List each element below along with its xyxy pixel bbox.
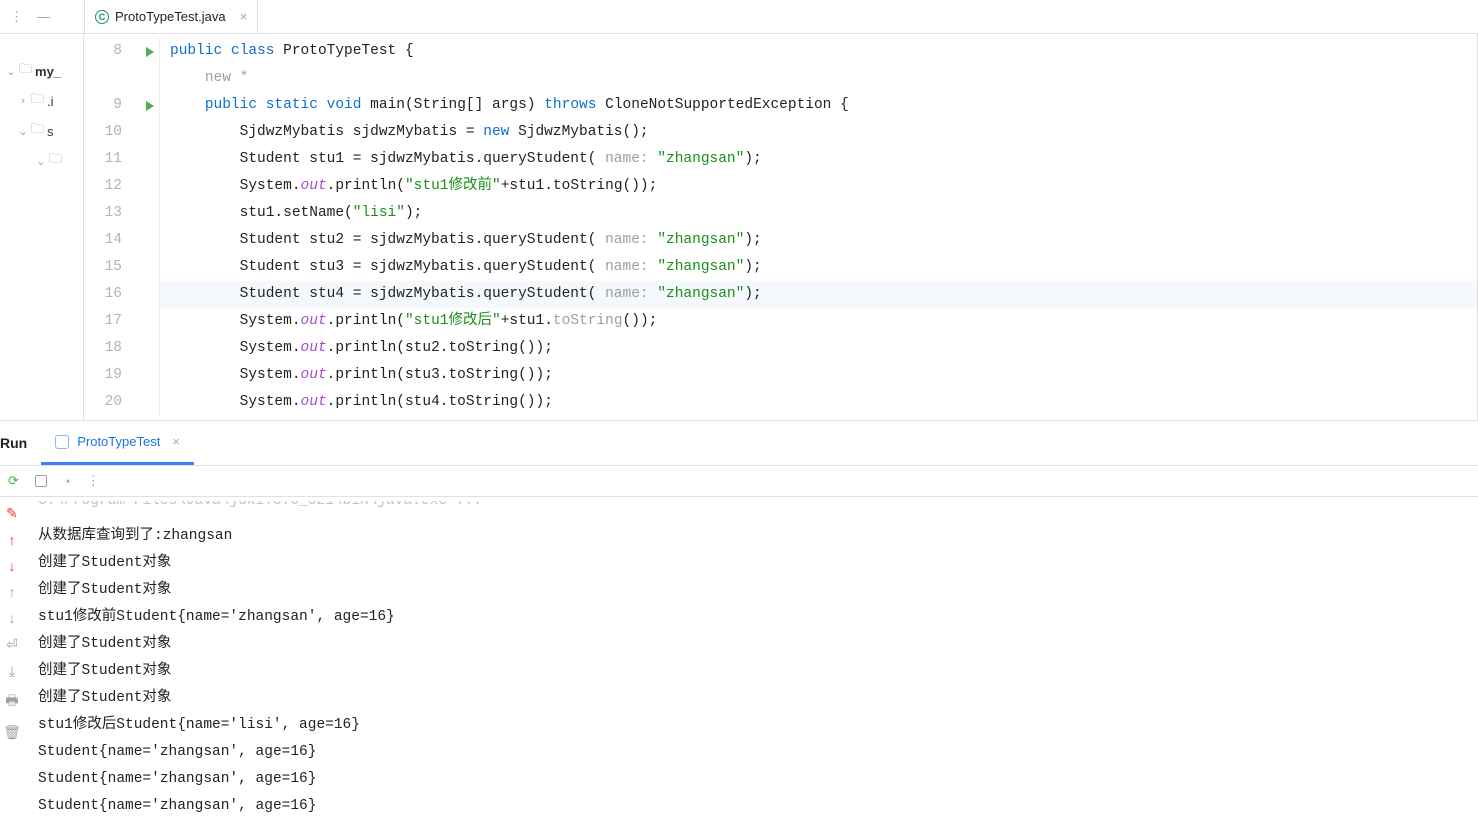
tree-row[interactable]: › 🗀 .i — [0, 86, 83, 116]
code-line[interactable]: public class ProtoTypeTest { — [159, 38, 1477, 65]
console-line: 从数据库查询到了:zhangsan — [38, 523, 1478, 550]
console-line: 创建了Student对象 — [38, 631, 1478, 658]
console-line: Student{name='zhangsan', age=16} — [38, 739, 1478, 766]
run-config-tab[interactable]: ProtoTypeTest × — [41, 421, 194, 465]
export-icon[interactable]: ⤓ — [9, 663, 15, 680]
rerun-icon[interactable]: ⟳ — [8, 473, 19, 489]
console-wrap: ✎ ↑ ↓ ↑ ↓ ⏎ ⤓ 🖶 🗑 C:\Program Files\Java\… — [0, 497, 1478, 840]
console-line: Student{name='zhangsan', age=16} — [38, 766, 1478, 793]
arrow-up-grey-icon[interactable]: ↑ — [9, 584, 16, 600]
tree-label: my_ — [35, 64, 61, 79]
console-line: stu1修改前Student{name='zhangsan', age=16} — [38, 604, 1478, 631]
console-line: 创建了Student对象 — [38, 658, 1478, 685]
line-number — [84, 65, 132, 92]
kebab-icon[interactable]: ⋮ — [10, 9, 23, 25]
folder-icon: 🗀 — [49, 150, 62, 172]
kebab-icon[interactable]: ⋮ — [87, 473, 100, 489]
code-line[interactable]: public static void main(String[] args) t… — [159, 92, 1477, 119]
line-number: 18 — [84, 335, 132, 362]
run-config-icon — [55, 435, 69, 449]
stop-icon[interactable] — [35, 475, 47, 487]
line-number[interactable]: 9 — [84, 92, 132, 119]
close-icon[interactable]: × — [240, 9, 248, 24]
folder-icon: 🗀 — [31, 120, 44, 142]
code-line[interactable]: Student stu3 = sjdwzMybatis.queryStudent… — [159, 254, 1477, 281]
console-line: C:\Program Files\Java\jdk1.8.0_321\bin\j… — [38, 501, 1478, 515]
tree-row[interactable]: ⌄ 🗀 my_ — [0, 56, 83, 86]
tabs-bar: ⋮ — C ProtoTypeTest.java × — [0, 0, 1478, 34]
code-line[interactable]: System.out.println("stu1修改前"+stu1.toStri… — [159, 173, 1477, 200]
main-area: ⌄ 🗀 my_ › 🗀 .i ⌄ 🗀 s ⌄ 🗀 8 9 10 11 12 — [0, 34, 1478, 420]
folder-icon: 🗀 — [31, 90, 44, 112]
console-line: stu1修改后Student{name='lisi', age=16} — [38, 712, 1478, 739]
run-tabs-bar: Run ProtoTypeTest × — [0, 421, 1478, 465]
code-line[interactable]: System.out.println(stu4.toString()); — [159, 389, 1477, 416]
line-number: 14 — [84, 227, 132, 254]
chevron-down-icon[interactable]: ⌄ — [36, 155, 46, 168]
project-sidebar[interactable]: ⌄ 🗀 my_ › 🗀 .i ⌄ 🗀 s ⌄ 🗀 — [0, 34, 84, 420]
code-line[interactable]: stu1.setName("lisi"); — [159, 200, 1477, 227]
arrow-down-icon[interactable]: ↓ — [9, 558, 16, 574]
line-number: 13 — [84, 200, 132, 227]
chevron-down-icon[interactable]: ⌄ — [18, 125, 28, 138]
code-line[interactable]: SjdwzMybatis sjdwzMybatis = new SjdwzMyb… — [159, 119, 1477, 146]
class-icon: C — [95, 10, 109, 24]
line-number[interactable]: 8 — [84, 38, 132, 65]
code-line[interactable]: System.out.println(stu3.toString()); — [159, 362, 1477, 389]
chevron-right-icon[interactable]: › — [18, 95, 28, 107]
line-number: 17 — [84, 308, 132, 335]
line-number: 16 — [84, 281, 132, 308]
folder-icon: 🗀 — [19, 60, 32, 82]
edit-icon[interactable]: ✎ — [6, 505, 18, 522]
run-tool-label: Run — [0, 435, 41, 451]
line-number: 19 — [84, 362, 132, 389]
code-line[interactable]: Student stu4 = sjdwzMybatis.queryStudent… — [159, 281, 1477, 308]
tree-label: .i — [47, 94, 54, 109]
line-number: 15 — [84, 254, 132, 281]
close-icon[interactable]: × — [172, 434, 180, 449]
file-tab[interactable]: C ProtoTypeTest.java × — [84, 0, 258, 33]
minimize-icon[interactable]: — — [37, 9, 50, 24]
tree-row[interactable]: ⌄ 🗀 s — [0, 116, 83, 146]
code-line[interactable]: Student stu1 = sjdwzMybatis.queryStudent… — [159, 146, 1477, 173]
print-icon[interactable]: 🖶 — [5, 690, 18, 714]
console-output[interactable]: C:\Program Files\Java\jdk1.8.0_321\bin\j… — [24, 497, 1478, 840]
line-number: 11 — [84, 146, 132, 173]
run-gutter — [132, 34, 160, 420]
console-line: 创建了Student对象 — [38, 577, 1478, 604]
line-number: 10 — [84, 119, 132, 146]
run-config-name: ProtoTypeTest — [77, 434, 160, 449]
tree-row[interactable]: ⌄ 🗀 — [0, 146, 83, 176]
gauge-icon[interactable]: ◔ — [63, 474, 71, 489]
code-line[interactable]: System.out.println(stu2.toString()); — [159, 335, 1477, 362]
run-panel: Run ProtoTypeTest × ⟳ ◔ ⋮ ✎ ↑ ↓ ↑ ↓ ⏎ ⤓ … — [0, 420, 1478, 840]
file-tab-label: ProtoTypeTest.java — [115, 9, 226, 24]
line-number: 12 — [84, 173, 132, 200]
console-line: 创建了Student对象 — [38, 550, 1478, 577]
console-gutter: ✎ ↑ ↓ ↑ ↓ ⏎ ⤓ 🖶 🗑 — [0, 497, 24, 840]
trash-icon[interactable]: 🗑 — [3, 724, 21, 741]
code-editor[interactable]: 8 9 10 11 12 13 14 15 16 17 18 19 20 pub… — [84, 34, 1478, 420]
tab-controls: ⋮ — — [0, 9, 84, 25]
editor-gutter: 8 9 10 11 12 13 14 15 16 17 18 19 20 — [84, 34, 132, 420]
code-content[interactable]: public class ProtoTypeTest { new * publi… — [160, 34, 1478, 420]
tree-label: s — [47, 124, 54, 139]
console-line: 创建了Student对象 — [38, 685, 1478, 712]
code-line[interactable]: System.out.println("stu1修改后"+stu1.toStri… — [159, 308, 1477, 335]
code-line[interactable]: Student stu2 = sjdwzMybatis.queryStudent… — [159, 227, 1477, 254]
line-number: 20 — [84, 389, 132, 416]
console-line: Student{name='zhangsan', age=16} — [38, 793, 1478, 820]
arrow-up-icon[interactable]: ↑ — [9, 532, 16, 548]
code-line[interactable]: new * — [159, 65, 1477, 92]
wrap-icon[interactable]: ⏎ — [6, 636, 18, 653]
chevron-down-icon[interactable]: ⌄ — [6, 65, 16, 78]
run-toolbar: ⟳ ◔ ⋮ — [0, 465, 1478, 497]
arrow-down-grey-icon[interactable]: ↓ — [9, 610, 16, 626]
